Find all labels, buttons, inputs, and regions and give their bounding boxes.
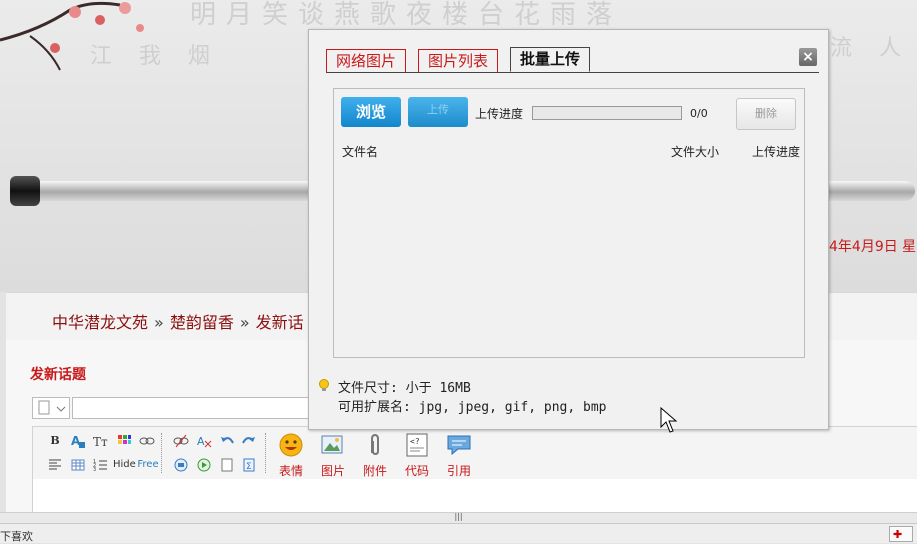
undo-icon	[221, 437, 234, 444]
decorative-poem: 流 人 物	[830, 36, 917, 61]
attachment-tool[interactable]: 附件	[355, 433, 395, 479]
image-link-icon	[174, 458, 188, 472]
upload-progress-bar	[532, 106, 682, 120]
media-icon	[197, 458, 211, 472]
list-button[interactable]: 123	[93, 457, 109, 473]
toolbar-divider	[161, 433, 163, 473]
close-button[interactable]: ×	[799, 48, 817, 66]
editor-resize-handle[interactable]: |||	[0, 512, 917, 523]
svg-text:3: 3	[93, 467, 96, 473]
insert-media-button[interactable]	[196, 457, 212, 473]
breadcrumb-separator: »	[239, 313, 250, 332]
redo-icon	[242, 437, 255, 444]
bold-button[interactable]: B	[47, 433, 63, 449]
upload-count: 0/0	[690, 107, 708, 120]
status-corner-button[interactable]: ✚	[889, 526, 913, 542]
breadcrumb-current: 发新话	[255, 313, 304, 332]
document-icon	[38, 400, 66, 415]
progress-label: 上传进度	[475, 107, 524, 121]
attachment-label: 附件	[362, 464, 387, 478]
message-editor[interactable]	[32, 479, 917, 513]
table-icon	[71, 459, 85, 471]
emoticon-tool[interactable]: 表情	[271, 433, 311, 479]
decorative-poem: 明月笑谈燕歌夜楼台花雨落	[190, 0, 623, 30]
upload-panel: 浏览 上传 上传进度 0/0 删除 文件名 文件大小 上传进度	[333, 88, 805, 358]
link-button[interactable]	[139, 433, 155, 449]
column-header-filename: 文件名	[342, 145, 379, 159]
align-button[interactable]	[47, 457, 63, 473]
tab-web-image[interactable]: 网络图片	[326, 49, 407, 72]
link-icon	[139, 437, 155, 445]
table-button[interactable]	[70, 457, 86, 473]
numbered-list-icon: 123	[93, 459, 107, 473]
page-icon	[221, 458, 233, 472]
color-grid-icon	[118, 435, 131, 444]
code-tool[interactable]: <? 代码	[397, 433, 437, 479]
insert-image-button[interactable]	[173, 457, 189, 473]
clear-format-button[interactable]: A	[196, 433, 212, 449]
image-label: 图片	[320, 464, 345, 478]
status-bar: 下喜欢 ✚	[0, 523, 917, 543]
quote-tool[interactable]: 引用	[439, 433, 479, 479]
breadcrumb-link-home[interactable]: 中华潜龙文苑	[52, 313, 148, 332]
svg-text:Tт: Tт	[93, 435, 108, 449]
toolbar-divider	[265, 433, 267, 473]
font-color-button[interactable]: A	[70, 433, 86, 449]
column-header-progress: 上传进度	[752, 145, 801, 159]
smiley-icon	[279, 433, 303, 457]
insert-page-button[interactable]	[219, 457, 235, 473]
insert-formula-button[interactable]: Σ	[241, 457, 257, 473]
tab-image-list[interactable]: 图片列表	[418, 49, 499, 72]
code-label: 代码	[404, 464, 429, 478]
paperclip-icon	[371, 433, 379, 456]
file-size-limit: 文件尺寸: 小于 16MB	[338, 381, 471, 396]
font-size-button[interactable]: Tт	[93, 433, 109, 449]
image-icon	[321, 435, 343, 454]
breadcrumb-separator: »	[154, 313, 164, 332]
hide-button[interactable]: Hide	[113, 457, 136, 473]
redo-button[interactable]	[241, 433, 257, 449]
unlink-icon	[173, 434, 189, 448]
font-color-icon: A	[71, 434, 85, 448]
date-text: 4年4月9日 星	[829, 239, 917, 255]
formula-icon: Σ	[243, 458, 255, 472]
clear-format-icon: A	[197, 435, 212, 448]
column-header-filesize: 文件大小	[671, 145, 720, 159]
post-type-select[interactable]	[32, 397, 70, 419]
undo-button[interactable]	[219, 433, 235, 449]
quote-label: 引用	[446, 464, 471, 478]
mouse-cursor-icon	[660, 407, 678, 433]
free-button[interactable]: Free	[137, 457, 159, 473]
lightbulb-icon	[319, 379, 329, 391]
decorative-poem: 江 我 烟	[90, 44, 220, 69]
page-title: 发新话题	[30, 367, 86, 383]
upload-button[interactable]: 上传	[408, 97, 468, 127]
image-upload-dialog: 网络图片 图片列表 批量上传 × 浏览 上传 上传进度 0/0 删除 文件名 文…	[308, 29, 829, 430]
color-grid-button[interactable]	[116, 433, 132, 449]
unlink-button[interactable]	[173, 433, 189, 449]
quote-icon	[447, 435, 471, 456]
svg-text:<?: <?	[410, 437, 420, 446]
browse-button[interactable]: 浏览	[341, 97, 401, 127]
code-icon: <?	[406, 433, 428, 457]
delete-button[interactable]: 删除	[736, 98, 796, 130]
svg-text:Σ: Σ	[246, 462, 252, 472]
tab-batch-upload[interactable]: 批量上传	[510, 47, 591, 72]
editor-toolbar: B A Tт A 123 Hide Free Σ 表情 图片 附件 <? 代码 …	[32, 426, 917, 480]
breadcrumb-link-forum[interactable]: 楚韵留香	[170, 313, 234, 332]
image-tool[interactable]: 图片	[313, 433, 353, 479]
svg-text:A: A	[197, 435, 205, 448]
subject-input[interactable]	[72, 397, 314, 419]
dialog-tabs: 网络图片 图片列表 批量上传	[326, 47, 819, 73]
align-left-icon	[49, 459, 61, 470]
emoticon-label: 表情	[278, 464, 303, 478]
font-size-icon: Tт	[93, 435, 108, 449]
allowed-extensions: 可用扩展名: jpg, jpeg, gif, png, bmp	[338, 400, 607, 415]
scroll-rod-cap	[10, 176, 40, 206]
